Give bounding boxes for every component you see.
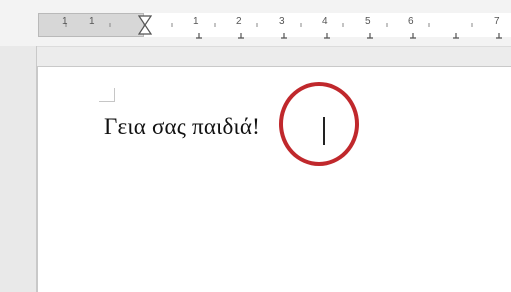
red-circle-annotation — [279, 82, 359, 166]
ruler-label: 1 — [89, 16, 95, 27]
left-gutter — [0, 46, 37, 292]
hourglass-indent-marker-icon[interactable] — [138, 15, 152, 35]
ruler-label: 1 — [62, 16, 68, 27]
ruler-label: 6 — [408, 16, 414, 27]
horizontal-ruler[interactable]: 1 1 1 2 3 4 5 6 7 — [0, 0, 511, 47]
ruler-label: 5 — [365, 16, 371, 27]
ruler-label: 1 — [193, 16, 199, 27]
ruler-label: 4 — [322, 16, 328, 27]
text-boundary-corner-icon — [99, 88, 115, 102]
ruler-ticks — [65, 23, 502, 39]
ruler-label: 7 — [494, 16, 500, 27]
ruler-label: 2 — [236, 16, 242, 27]
document-text[interactable]: Γεια σας παιδιά! — [104, 114, 260, 140]
ruler-label: 3 — [279, 16, 285, 27]
writer-editor-view: 1 1 1 2 3 4 5 6 7 Γεια σας παιδιά! — [0, 0, 511, 292]
